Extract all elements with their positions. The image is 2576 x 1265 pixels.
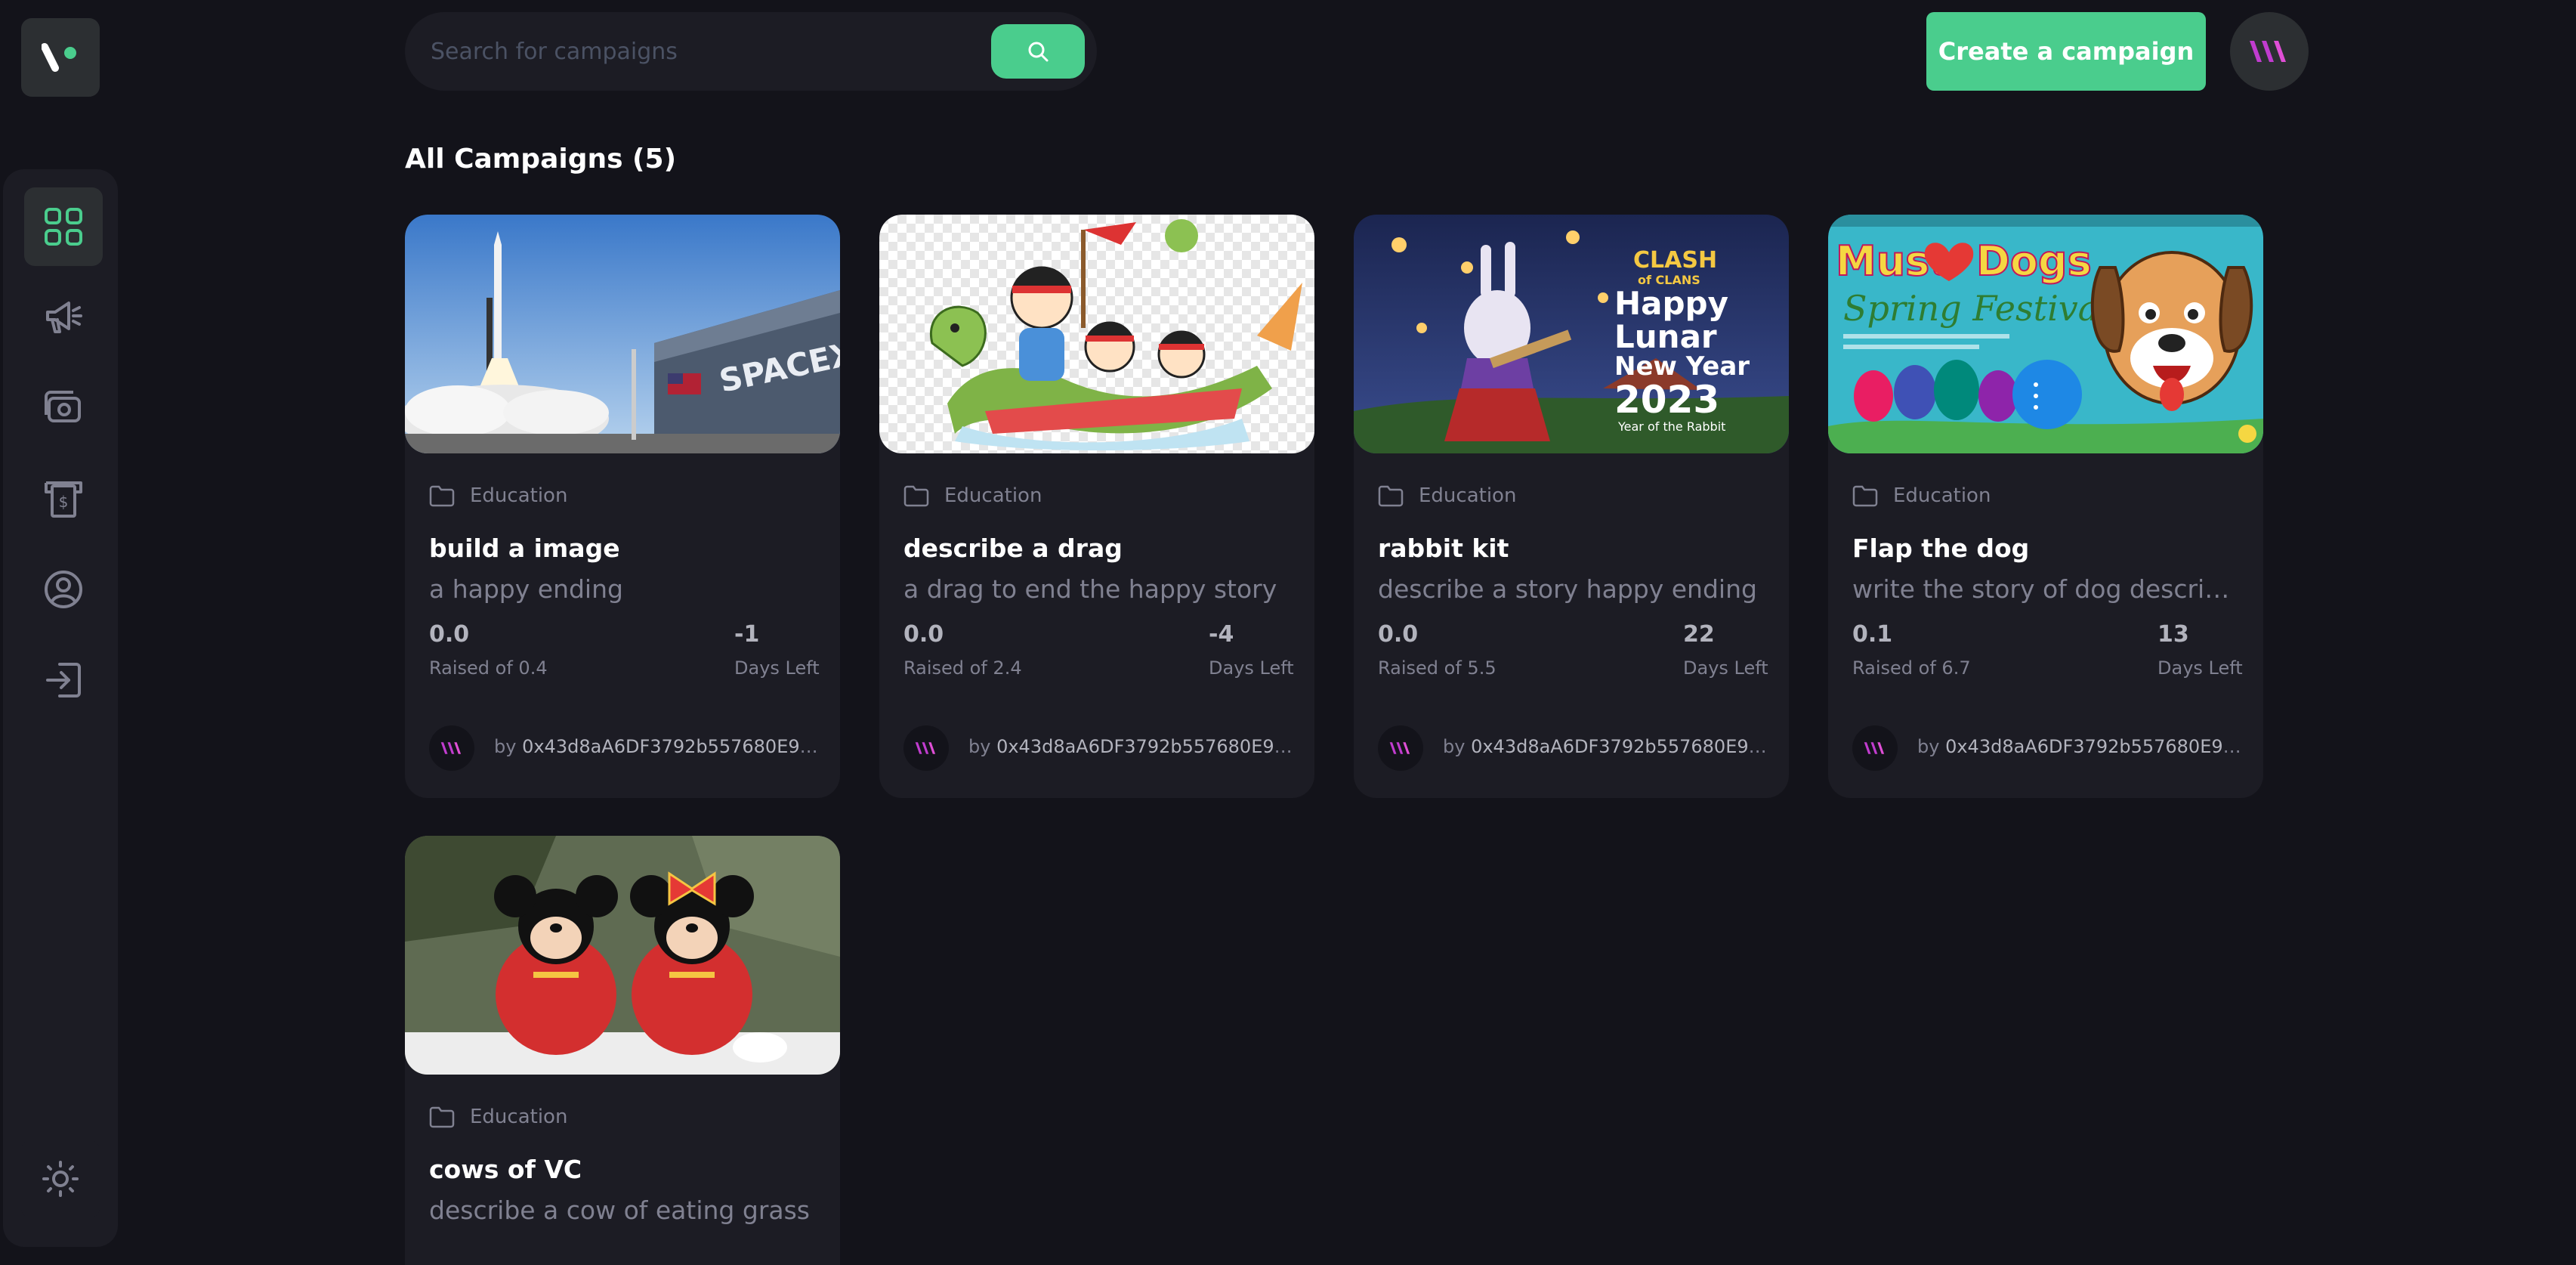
campaign-card[interactable]: SPACEX Education build a image a happy e… <box>405 215 840 798</box>
brand-logo-icon <box>1864 742 1885 754</box>
category-label: Education <box>470 1106 568 1128</box>
campaign-title: describe a drag <box>903 534 1123 563</box>
owner-avatar <box>1378 725 1423 771</box>
amount-raised: 0.0 <box>429 621 470 648</box>
profile-icon <box>45 571 82 608</box>
sidebar-item-logout[interactable] <box>24 641 103 719</box>
days-left-value: 13 <box>2157 621 2189 648</box>
category-row: Education <box>903 481 1042 511</box>
sun-icon <box>42 1161 79 1197</box>
search-input[interactable] <box>429 12 913 91</box>
days-left-value: -4 <box>1209 621 1234 648</box>
megaphone-icon <box>46 302 82 333</box>
amount-raised: 0.0 <box>903 621 944 648</box>
owner-avatar <box>1852 725 1898 771</box>
folder-icon <box>1378 485 1404 507</box>
days-left-label: Days Left <box>734 657 820 679</box>
theme-toggle-button[interactable] <box>21 1140 100 1218</box>
brand-logo-icon <box>915 742 936 754</box>
target-label: Raised of 6.7 <box>1852 657 1971 679</box>
search-button[interactable] <box>991 24 1085 79</box>
svg-text:Lunar: Lunar <box>1614 318 1717 355</box>
svg-text:Dogs: Dogs <box>1976 237 2092 285</box>
folder-icon <box>429 1106 455 1128</box>
sidebar-item-campaigns[interactable] <box>24 278 103 357</box>
category-row: Education <box>1852 481 1991 511</box>
payment-icon <box>45 391 81 422</box>
sidebar: $ <box>3 169 118 1247</box>
category-label: Education <box>470 484 568 507</box>
app-logo[interactable] <box>21 18 100 97</box>
dashboard-icon <box>45 208 82 246</box>
campaign-card[interactable]: CLASH of CLANS Happy Lunar New Year 2023… <box>1354 215 1789 798</box>
category-row: Education <box>1378 481 1516 511</box>
campaign-card[interactable]: Education describe a drag a drag to end … <box>879 215 1314 798</box>
target-label: Raised of 0.4 <box>429 657 548 679</box>
profile-avatar[interactable] <box>2230 12 2309 91</box>
days-left-label: Days Left <box>1683 657 1768 679</box>
page-title: All Campaigns (5) <box>405 144 677 175</box>
folder-icon <box>429 485 455 507</box>
target-label: Raised of 5.5 <box>1378 657 1496 679</box>
folder-icon <box>1852 485 1878 507</box>
campaign-image: CLASH of CLANS Happy Lunar New Year 2023… <box>1354 215 1789 453</box>
brand-logo-icon <box>2250 41 2286 62</box>
campaign-description: a happy ending <box>429 574 623 604</box>
campaign-title: cows of VC <box>429 1155 582 1184</box>
search-bar <box>405 12 1097 91</box>
sidebar-item-payment[interactable] <box>24 369 103 447</box>
svg-text:2023: 2023 <box>1614 378 1719 422</box>
svg-text:$: $ <box>59 493 69 511</box>
category-row: Education <box>429 481 567 511</box>
svg-text:Happy: Happy <box>1614 285 1728 322</box>
create-campaign-button[interactable]: Create a campaign <box>1926 12 2206 91</box>
sidebar-item-profile[interactable] <box>24 550 103 629</box>
owner-address: by 0x43d8aA6DF3792b557680E9ca8... <box>1917 736 2242 757</box>
campaign-image: Must Dogs Spring Festival <box>1828 215 2263 453</box>
sidebar-item-dashboard[interactable] <box>24 187 103 266</box>
logout-icon <box>46 663 81 697</box>
campaign-image <box>405 836 840 1075</box>
category-label: Education <box>1419 484 1517 507</box>
sidebar-item-withdraw[interactable]: $ <box>24 459 103 538</box>
campaign-title: rabbit kit <box>1378 534 1509 563</box>
campaign-card[interactable]: Education cows of VC describe a cow of e… <box>405 836 840 1265</box>
campaign-description: describe a cow of eating grass <box>429 1195 810 1225</box>
app-logo-icon <box>42 43 76 72</box>
days-left-label: Days Left <box>1209 657 1294 679</box>
category-label: Education <box>944 484 1042 507</box>
owner-avatar <box>429 725 474 771</box>
campaign-description: describe a story happy ending <box>1378 574 1757 604</box>
amount-raised: 0.1 <box>1852 621 1893 648</box>
amount-raised: 0.0 <box>1378 621 1419 648</box>
svg-text:Year of the Rabbit: Year of the Rabbit <box>1617 419 1725 434</box>
campaign-description: write the story of dog describing the ha… <box>1852 574 2245 604</box>
brand-logo-icon <box>440 742 462 754</box>
campaign-image <box>879 215 1314 453</box>
svg-text:Spring Festival: Spring Festival <box>1843 288 2110 329</box>
campaign-card[interactable]: Must Dogs Spring Festival Education Flap… <box>1828 215 2263 798</box>
folder-icon <box>903 485 929 507</box>
svg-text:New Year: New Year <box>1614 351 1750 382</box>
campaign-image: SPACEX <box>405 215 840 453</box>
days-left-value: -1 <box>734 621 760 648</box>
owner-address: by 0x43d8aA6DF3792b557680E9ca8... <box>968 736 1293 757</box>
campaign-title: build a image <box>429 534 620 563</box>
search-icon <box>1028 42 1049 62</box>
days-left-label: Days Left <box>2157 657 2243 679</box>
category-row: Education <box>429 1102 567 1132</box>
brand-logo-icon <box>1389 742 1410 754</box>
owner-address: by 0x43d8aA6DF3792b557680E9ca8... <box>1443 736 1768 757</box>
target-label: Raised of 2.4 <box>903 657 1022 679</box>
withdraw-icon: $ <box>45 481 82 518</box>
owner-address: by 0x43d8aA6DF3792b557680E9ca8... <box>494 736 819 757</box>
category-label: Education <box>1893 484 1991 507</box>
svg-text:CLASH: CLASH <box>1633 247 1717 274</box>
days-left-value: 22 <box>1683 621 1715 648</box>
owner-avatar <box>903 725 949 771</box>
campaign-title: Flap the dog <box>1852 534 2030 563</box>
campaign-description: a drag to end the happy story <box>903 574 1277 604</box>
